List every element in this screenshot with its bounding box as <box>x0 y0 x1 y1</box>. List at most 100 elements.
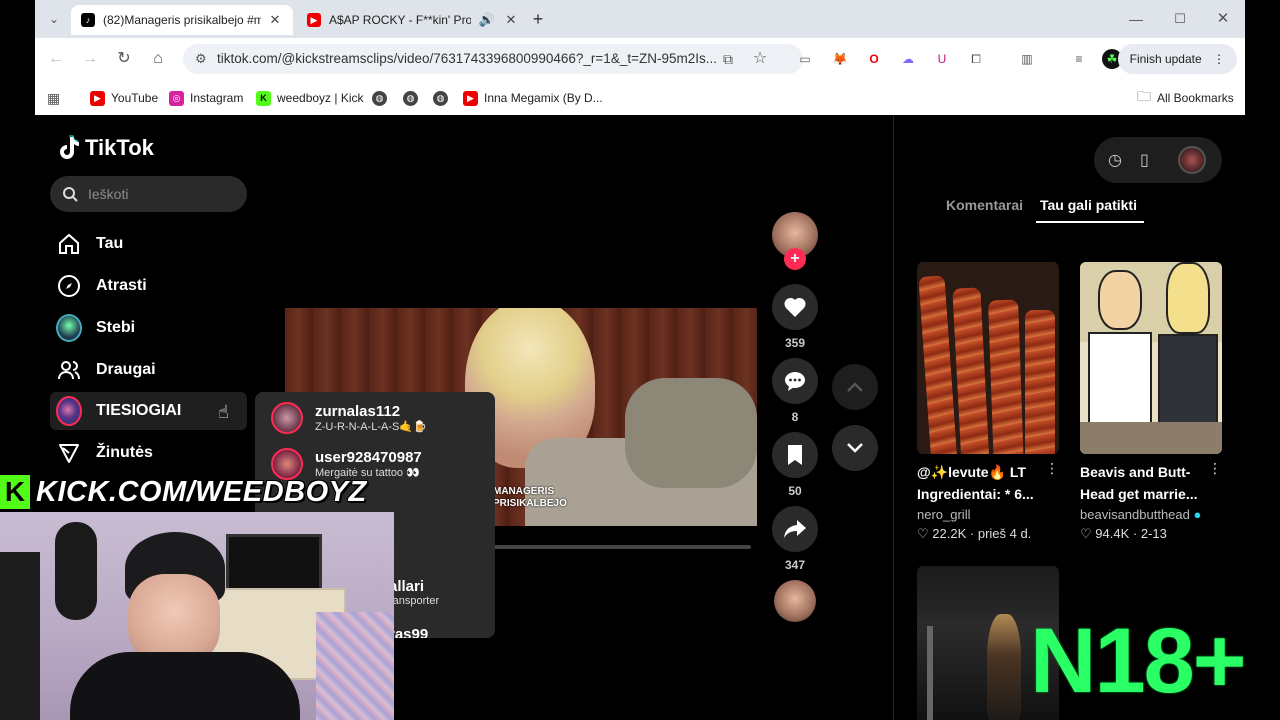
kick-banner: K KICK.COM/WEEDBOYZ <box>0 472 394 512</box>
tab-tau-gali-patikti[interactable]: Tau gali patikti <box>1036 197 1144 223</box>
speaker-icon[interactable]: 🔊 <box>477 12 497 28</box>
recommendation-card[interactable]: ⋮ Beavis and Butt-Head get marrie... bea… <box>1080 262 1222 542</box>
close-icon[interactable]: ✕ <box>503 12 519 28</box>
card-meta: ♡ 94.4K · 2-13 <box>1080 526 1167 541</box>
tab-title: A$AP ROCKY - F**kin' Probl <box>329 13 471 27</box>
bookmark-kick[interactable]: K weedboyz | Kick <box>256 88 364 108</box>
back-button[interactable]: ← <box>43 46 69 72</box>
home-icon <box>56 231 82 257</box>
caption-line: PRISIKALBEJO <box>493 498 567 509</box>
extension-cloud-icon[interactable]: ☁ <box>898 49 918 69</box>
bookmark-star-icon[interactable]: ☆ <box>747 46 773 72</box>
minimize-button[interactable]: — <box>1123 6 1149 32</box>
tab-youtube[interactable]: ▶ A$AP ROCKY - F**kin' Probl 🔊 ✕ <box>297 5 529 35</box>
tiktok-logo[interactable]: TikTok <box>57 135 154 161</box>
apps-grid-icon[interactable]: ▦ <box>47 88 60 108</box>
like-button[interactable] <box>772 284 818 330</box>
cartoon-shirt <box>1158 334 1218 430</box>
more-options-icon[interactable]: ⋮ <box>1045 460 1059 477</box>
bookmark-label: weedboyz | Kick <box>277 91 364 105</box>
site-info-icon[interactable]: ⚙ <box>195 44 207 74</box>
reload-button[interactable]: ↻ <box>111 46 137 72</box>
bookmark-youtube[interactable]: ▶ YouTube <box>90 88 158 108</box>
bookmark-globe-2[interactable]: ◍ <box>403 88 424 108</box>
nav-tiesiogiai[interactable]: TIESIOGIAI ☝ <box>50 392 247 430</box>
tab-komentarai[interactable]: Komentarai <box>946 197 1023 213</box>
friends-icon <box>56 357 82 383</box>
extensions-puzzle-icon[interactable]: ⧠ <box>966 49 986 69</box>
card-meta: ♡ 22.2K · prieš 4 d. <box>917 526 1032 541</box>
tiktok-icon: ♪ <box>81 13 95 27</box>
age-restriction-badge: N18+ <box>1030 615 1246 707</box>
reading-list-icon[interactable]: ▥ <box>1017 49 1037 69</box>
search-input[interactable]: Ieškoti <box>50 176 247 212</box>
bookmarks-bar: ▦ ▶ YouTube ◎ Instagram K weedboyz | Kic… <box>35 80 1245 115</box>
live-avatar-icon <box>56 396 82 426</box>
live-item[interactable]: ras99 <box>389 614 429 639</box>
music-disc-avatar[interactable] <box>774 580 816 622</box>
search-placeholder: Ieškoti <box>88 186 129 202</box>
skewer <box>952 287 990 454</box>
heart-outline-icon: ♡ <box>917 526 929 541</box>
nav-tau[interactable]: Tau <box>50 226 247 262</box>
finish-update-label: Finish update <box>1129 52 1202 66</box>
comment-button[interactable] <box>772 358 818 404</box>
forward-button[interactable]: → <box>77 46 103 72</box>
webcam-overlay <box>0 512 394 720</box>
nav-zinutes[interactable]: Žinutės <box>50 435 247 471</box>
tab-label: Komentarai <box>946 197 1024 213</box>
more-menu-icon[interactable]: ⋮ <box>1213 52 1225 66</box>
finish-update-button[interactable]: Finish update ⋮ <box>1117 44 1237 74</box>
bookmark-icon <box>788 445 802 465</box>
media-control-icon[interactable]: ≡ <box>1069 49 1089 69</box>
toolbar: ← → ↻ ⌂ ⚙ tiktok.com/@kickstreamsclips/v… <box>35 38 1245 80</box>
ublock-icon[interactable]: U <box>932 49 952 69</box>
profile-avatar[interactable] <box>1178 146 1206 174</box>
bookmark-inna[interactable]: ▶ Inna Megamix (By D... <box>463 88 603 108</box>
bookmark-globe-1[interactable]: ◍ <box>372 88 393 108</box>
opera-icon[interactable]: O <box>864 49 884 69</box>
metamask-icon[interactable]: 🦊 <box>830 49 850 69</box>
home-button[interactable]: ⌂ <box>145 46 171 72</box>
cast-icon[interactable]: ▭ <box>795 49 815 69</box>
close-window-button[interactable]: ✕ <box>1210 6 1236 32</box>
next-video-button[interactable] <box>832 425 878 471</box>
nav-atrasti[interactable]: Atrasti <box>50 268 247 304</box>
phone-icon[interactable]: ▯ <box>1140 150 1149 170</box>
nav-draugai[interactable]: Draugai <box>50 352 247 388</box>
follow-plus-button[interactable]: + <box>784 248 806 270</box>
cartoon-head <box>1098 270 1142 330</box>
nav-label: Stebi <box>96 319 136 336</box>
bookmark-globe-3[interactable]: ◍ <box>433 88 454 108</box>
live-username: ras99 <box>389 625 429 639</box>
address-bar[interactable]: ⚙ tiktok.com/@kickstreamsclips/video/763… <box>183 44 803 74</box>
blanket <box>316 612 394 720</box>
install-app-icon[interactable]: ⧉ <box>715 46 741 72</box>
nav-stebi[interactable]: Stebi <box>50 310 247 346</box>
microphone <box>55 522 97 620</box>
save-count: 50 <box>788 484 802 498</box>
previous-video-button[interactable] <box>832 364 878 410</box>
share-button[interactable] <box>772 506 818 552</box>
maximize-button[interactable]: ☐ <box>1167 6 1193 32</box>
live-subtitle: Z-U-R-N-A-L-A-S🤙🍺 <box>315 421 427 433</box>
bookmark-instagram[interactable]: ◎ Instagram <box>169 88 243 108</box>
chevron-up-icon <box>847 382 863 392</box>
live-username: user928470987 <box>315 449 422 466</box>
recommendation-card[interactable]: ⋮ @✨levute🔥 LT Ingredientai: * 6... nero… <box>917 262 1059 542</box>
all-bookmarks-label: All Bookmarks <box>1157 91 1234 105</box>
tab-tiktok[interactable]: ♪ (82)Manageris prisikalbejo #ma ✕ <box>71 5 293 35</box>
mouse-cursor-icon: ☝ <box>218 402 229 422</box>
all-bookmarks[interactable]: 🗀 All Bookmarks <box>1137 88 1234 108</box>
tiktok-studio-icon[interactable]: ◷ <box>1108 150 1122 170</box>
search-icon <box>63 187 78 202</box>
more-options-icon[interactable]: ⋮ <box>1208 460 1222 477</box>
save-button[interactable] <box>772 432 818 478</box>
pole <box>927 626 933 720</box>
close-icon[interactable]: ✕ <box>267 12 283 28</box>
live-item[interactable]: allari ransporter <box>389 572 439 612</box>
tab-search-icon[interactable]: ⌄ <box>41 6 67 32</box>
card-likes: 94.4K <box>1095 526 1130 541</box>
new-tab-button[interactable]: + <box>525 6 551 32</box>
live-item[interactable]: zurnalas112 Z-U-R-N-A-L-A-S🤙🍺 <box>271 398 427 438</box>
